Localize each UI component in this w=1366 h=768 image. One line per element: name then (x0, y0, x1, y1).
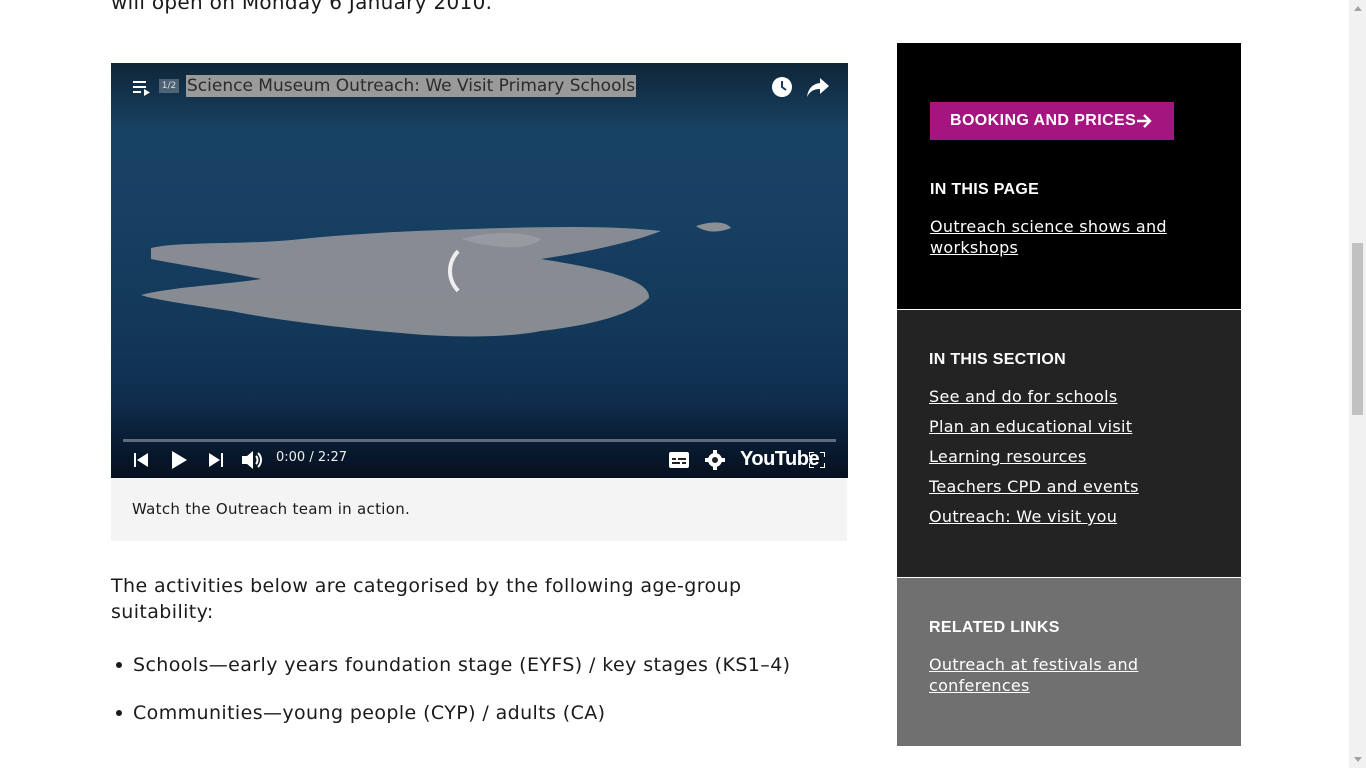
play-icon[interactable] (171, 451, 187, 469)
list-item: Communities—young people (CYP) / adults … (111, 700, 791, 726)
list-item: Schools—early years foundation stage (EY… (111, 652, 791, 678)
link-teachers-cpd-events[interactable]: Teachers CPD and events (929, 476, 1189, 497)
sidebar-related-links: RELATED LINKS Outreach at festivals and … (897, 578, 1241, 746)
loading-spinner-icon (448, 241, 508, 301)
age-group-paragraph: The activities below are categorised by … (111, 575, 742, 623)
sidebar-in-this-section: IN THIS SECTION See and do for schools P… (897, 310, 1241, 577)
booking-and-prices-button[interactable]: BOOKING AND PRICES (930, 102, 1174, 140)
progress-bar[interactable] (123, 439, 836, 442)
scrollbar-thumb[interactable] (1352, 243, 1363, 415)
link-see-and-do-for-schools[interactable]: See and do for schools (929, 386, 1189, 407)
playlist-count: 1/2 (159, 79, 179, 93)
scroll-up-icon[interactable] (1354, 6, 1362, 11)
subtitles-icon[interactable] (669, 452, 689, 468)
page-scrollbar[interactable] (1349, 0, 1366, 768)
share-icon[interactable] (807, 78, 829, 98)
link-outreach-science-shows[interactable]: Outreach science shows and workshops (930, 216, 1190, 258)
in-this-section-heading: IN THIS SECTION (929, 351, 1066, 368)
video-caption: Watch the Outreach team in action. (111, 478, 847, 541)
in-this-page-heading: IN THIS PAGE (930, 181, 1040, 198)
link-outreach-festivals-conferences[interactable]: Outreach at festivals and conferences (929, 654, 1189, 696)
youtube-logo[interactable]: YouTube (740, 448, 820, 471)
intro-paragraph: will open on Monday 6 January 2010. (111, 0, 493, 14)
time-display: 0:00 / 2:27 (276, 450, 348, 465)
video-player[interactable]: 1/2 Science Museum Outreach: We Visit Pr… (111, 63, 848, 478)
volume-icon[interactable] (242, 450, 262, 470)
age-group-list: Schools—early years foundation stage (EY… (111, 652, 791, 748)
related-links-heading: RELATED LINKS (929, 619, 1060, 636)
scroll-down-icon[interactable] (1354, 757, 1362, 762)
watch-later-icon[interactable] (771, 76, 793, 98)
arrow-right-icon (1137, 114, 1152, 128)
booking-button-label: BOOKING AND PRICES (950, 112, 1137, 129)
previous-icon[interactable] (134, 453, 148, 467)
playlist-icon[interactable] (133, 80, 151, 96)
sidebar-in-this-page: BOOKING AND PRICES IN THIS PAGE Outreach… (897, 43, 1241, 309)
video-title[interactable]: Science Museum Outreach: We Visit Primar… (186, 75, 637, 97)
link-learning-resources[interactable]: Learning resources (929, 446, 1189, 467)
link-outreach-we-visit-you[interactable]: Outreach: We visit you (929, 506, 1189, 527)
fullscreen-icon[interactable] (809, 452, 825, 468)
settings-gear-icon[interactable] (705, 450, 725, 470)
next-icon[interactable] (209, 453, 223, 467)
link-plan-educational-visit[interactable]: Plan an educational visit (929, 416, 1189, 437)
